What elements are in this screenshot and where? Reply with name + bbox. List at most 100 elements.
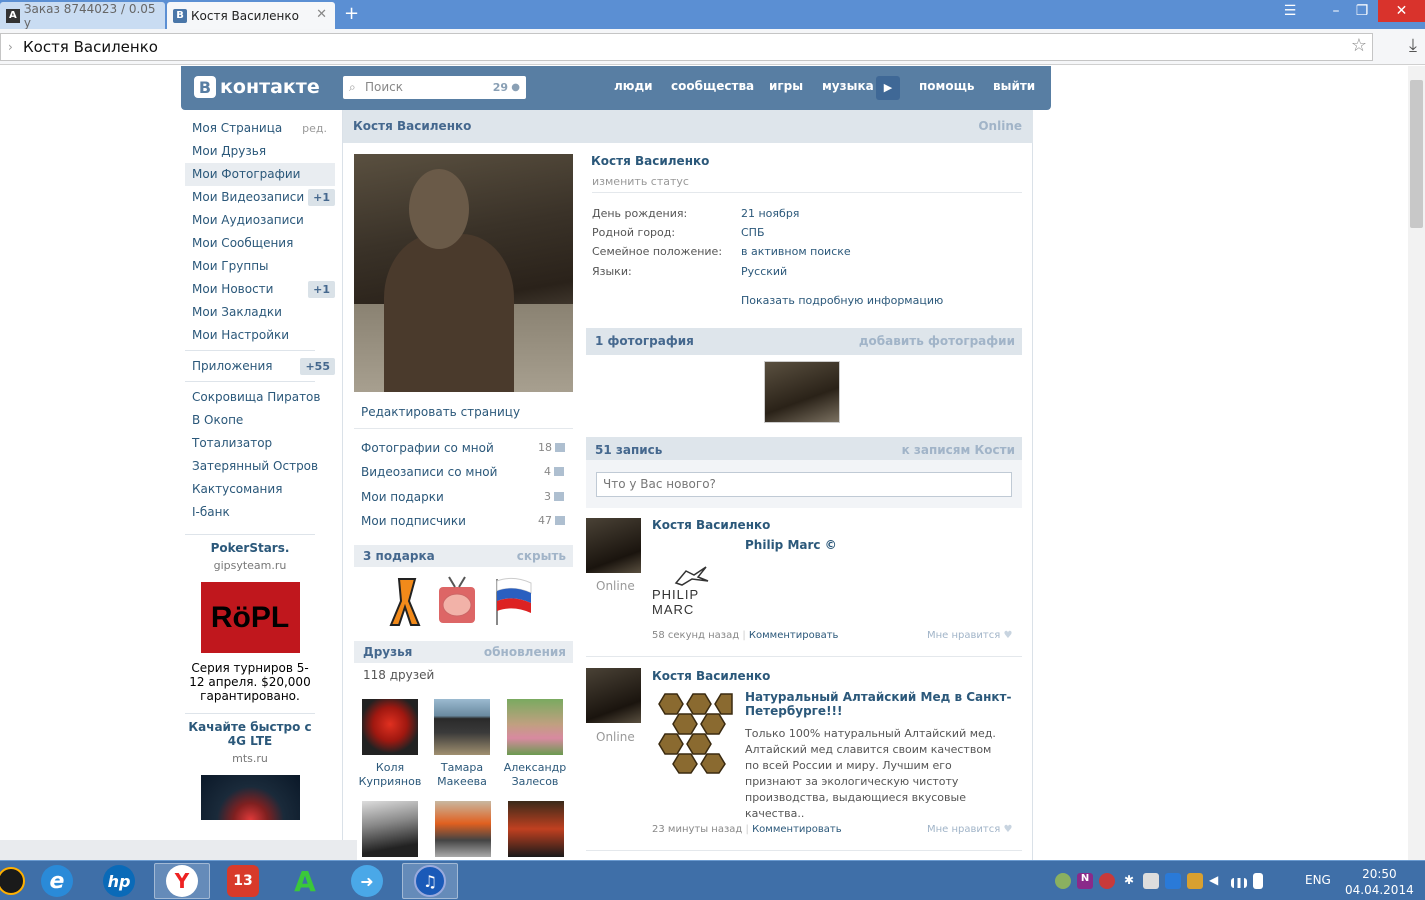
- onenote-icon[interactable]: N: [1077, 873, 1093, 889]
- videos-with-me-link[interactable]: Видеозаписи со мной: [361, 465, 497, 479]
- signal-icon[interactable]: [1231, 878, 1247, 888]
- add-photos-link[interactable]: добавить фотографии: [859, 328, 1015, 355]
- minimize-button[interactable]: –: [1328, 0, 1344, 22]
- menu-my-photos[interactable]: Мои Фотографии: [185, 163, 335, 186]
- russian-flag-gift-icon[interactable]: [491, 575, 535, 627]
- my-gifts-link[interactable]: Мои подарки: [361, 490, 444, 504]
- menu-my-messages[interactable]: Мои Сообщения: [185, 232, 335, 255]
- scrollbar-thumb[interactable]: [1410, 80, 1423, 228]
- menu-my-friends[interactable]: Мои Друзья: [185, 140, 335, 163]
- menu-icon[interactable]: ☰: [1280, 0, 1300, 22]
- new-tab-button[interactable]: +: [344, 3, 359, 24]
- menu-my-bookmarks[interactable]: Мои Закладки: [185, 301, 335, 324]
- menu-my-groups[interactable]: Мои Группы: [185, 255, 335, 278]
- friend-avatar[interactable]: [508, 801, 564, 857]
- taskbar-app-13[interactable]: 13: [218, 863, 268, 899]
- philip-marc-logo[interactable]: PHILIP MARC: [652, 565, 737, 617]
- nav-people[interactable]: люди: [614, 79, 653, 93]
- start-button[interactable]: [0, 863, 36, 899]
- search-input[interactable]: ⌕ Поиск 29 ●: [343, 76, 526, 99]
- friend-updates-link[interactable]: обновления: [484, 641, 566, 663]
- change-status-link[interactable]: изменить статус: [592, 175, 689, 188]
- friend-card[interactable]: Александр Залесов: [500, 699, 570, 789]
- post-link-title[interactable]: Натуральный Алтайский Мед в Санкт-Петерб…: [745, 690, 1015, 718]
- tab-vk-profile[interactable]: В Костя Василенко ✕: [167, 2, 335, 29]
- edit-page-link[interactable]: Редактировать страницу: [361, 405, 520, 419]
- play-icon[interactable]: ▶: [876, 76, 900, 100]
- post-time[interactable]: 23 минуты назад: [652, 824, 742, 835]
- post-author-avatar[interactable]: [586, 518, 641, 573]
- ad-mts[interactable]: Качайте быстро с 4G LTE mts.ru: [185, 720, 315, 820]
- my-followers-link[interactable]: Мои подписчики: [361, 514, 466, 528]
- menu-my-videos[interactable]: Мои Видеозаписи +1: [185, 186, 335, 209]
- friend-avatar[interactable]: [362, 699, 418, 755]
- comment-link[interactable]: Комментировать: [752, 824, 842, 835]
- photos-header[interactable]: 1 фотография добавить фотографии: [586, 328, 1022, 355]
- tab-order[interactable]: A Заказ 8744023 / 0.05 у: [0, 2, 165, 30]
- friend-card[interactable]: Коля Куприянов: [355, 699, 425, 789]
- battery-icon[interactable]: [1253, 873, 1263, 889]
- ribbon-gift-icon[interactable]: [385, 575, 429, 627]
- network-globe-icon[interactable]: [1055, 873, 1071, 889]
- maximize-button[interactable]: ❐: [1354, 0, 1370, 22]
- friend-avatar[interactable]: [507, 699, 563, 755]
- post-author-name[interactable]: Костя Василенко: [652, 518, 770, 532]
- clock[interactable]: 20:50 04.04.2014: [1345, 866, 1414, 898]
- hide-gifts-link[interactable]: скрыть: [517, 545, 566, 567]
- friend-card[interactable]: Тамара Макеева: [427, 699, 497, 789]
- friend-avatar[interactable]: [362, 801, 418, 857]
- honey-image[interactable]: [652, 692, 734, 774]
- menu-my-page[interactable]: Моя Страница ред.: [185, 117, 335, 140]
- nav-communities[interactable]: сообщества: [671, 79, 754, 93]
- antivirus-icon[interactable]: [1099, 873, 1115, 889]
- like-button[interactable]: Мне нравится ♥: [927, 630, 1012, 641]
- close-tab-icon[interactable]: ✕: [316, 7, 327, 22]
- bluetooth-icon[interactable]: ✱: [1121, 873, 1137, 889]
- gifts-header[interactable]: 3 подарка скрыть: [354, 545, 573, 567]
- action-center-icon[interactable]: [1143, 873, 1159, 889]
- taskbar-yandex[interactable]: Y: [154, 863, 210, 899]
- photo-thumbnail[interactable]: [764, 361, 840, 423]
- edit-link[interactable]: ред.: [302, 117, 327, 140]
- menu-my-settings[interactable]: Мои Настройки: [185, 324, 335, 347]
- show-more-info-link[interactable]: Показать подробную информацию: [741, 294, 943, 307]
- like-button[interactable]: Мне нравится ♥: [927, 824, 1012, 835]
- brain-tv-gift-icon[interactable]: [435, 575, 479, 627]
- volume-icon[interactable]: ◀: [1209, 873, 1225, 889]
- nav-music[interactable]: музыка: [822, 79, 874, 93]
- taskbar-app-a[interactable]: A: [280, 863, 330, 899]
- menu-apps[interactable]: Приложения +55: [185, 355, 335, 378]
- birthday-value[interactable]: 21 ноября: [741, 207, 799, 220]
- app-tray-icon[interactable]: [1187, 873, 1203, 889]
- post-author-name[interactable]: Костя Василенко: [652, 669, 770, 683]
- ad-pokerstars[interactable]: PokerStars. gipsyteam.ru RöPL Серия турн…: [185, 541, 315, 703]
- post-time[interactable]: 58 секунд назад: [652, 630, 739, 641]
- language-indicator[interactable]: ENG: [1305, 873, 1331, 887]
- ad-image-ropl[interactable]: RöPL: [200, 582, 300, 653]
- ad-title[interactable]: PokerStars.: [185, 541, 315, 555]
- menu-app-item[interactable]: I-банк: [185, 501, 335, 524]
- menu-app-item[interactable]: Кактусомания: [185, 478, 335, 501]
- ad-image-mts[interactable]: [200, 775, 300, 820]
- nav-help[interactable]: помощь: [919, 79, 974, 93]
- download-icon[interactable]: ⤓: [1409, 35, 1417, 56]
- friends-count[interactable]: 118 друзей: [363, 668, 434, 682]
- hometown-value[interactable]: СПБ: [741, 226, 765, 239]
- taskbar-app-arrow[interactable]: ➜: [342, 863, 392, 899]
- taskbar-itunes[interactable]: ♫: [402, 863, 458, 899]
- post-author-avatar[interactable]: [586, 668, 641, 723]
- friend-avatar[interactable]: [435, 801, 491, 857]
- whats-new-input[interactable]: Что у Вас нового?: [596, 472, 1012, 497]
- page-scrollbar[interactable]: [1408, 66, 1425, 860]
- vk-logo[interactable]: В контакте: [194, 76, 320, 98]
- bookmark-star-icon[interactable]: ☆: [1351, 35, 1367, 56]
- post-link-title[interactable]: Philip Marc ©: [745, 538, 837, 552]
- comment-link[interactable]: Комментировать: [749, 630, 839, 641]
- ad-title[interactable]: Качайте быстро с 4G LTE: [185, 720, 315, 748]
- nav-logout[interactable]: выйти: [993, 79, 1035, 93]
- snowflake-icon[interactable]: [1165, 873, 1181, 889]
- languages-value[interactable]: Русский: [741, 265, 787, 278]
- menu-my-audio[interactable]: Мои Аудиозаписи: [185, 209, 335, 232]
- taskbar-hp[interactable]: hp: [94, 863, 144, 899]
- menu-app-item[interactable]: Сокровища Пиратов: [185, 386, 335, 409]
